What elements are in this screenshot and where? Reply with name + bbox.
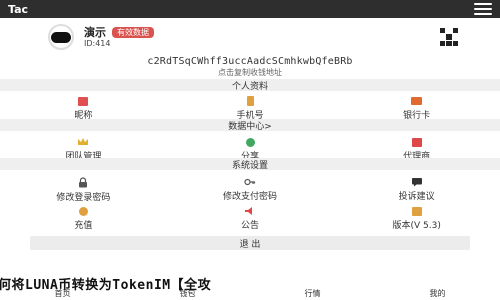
notice-item[interactable]: 公告 (167, 204, 334, 231)
section-data-center[interactable]: 数据中心> (0, 119, 500, 132)
nickname-item[interactable]: 昵称 (0, 94, 167, 121)
app-title: Tac (8, 2, 29, 16)
nav-wallet[interactable]: 钱包 (180, 288, 196, 300)
phone-icon (244, 96, 256, 106)
nav-home[interactable]: 首页 (55, 288, 71, 300)
change-pay-password-label: 修改支付密码 (223, 192, 278, 202)
card-icon (411, 96, 423, 106)
personal-row: 昵称 手机号 银行卡 (0, 94, 500, 121)
profile-header: 演示 有效数据 ID:414 (40, 22, 460, 52)
recharge-label: 充值 (74, 221, 93, 231)
profile-id: ID:414 (84, 39, 111, 48)
feedback-item[interactable]: 投诉建议 (333, 175, 500, 202)
system-row-1: 修改登录密码 修改支付密码 投诉建议 (0, 175, 500, 203)
logout-button[interactable]: 退 出 (30, 236, 470, 250)
change-login-password-label: 修改登录密码 (56, 193, 111, 203)
feedback-icon (411, 177, 423, 187)
recharge-item[interactable]: 充值 (0, 204, 167, 231)
profile-name: 演示 (84, 26, 106, 39)
bank-card-item[interactable]: 银行卡 (333, 94, 500, 121)
notice-icon (244, 206, 256, 216)
bottom-nav: 首页 钱包 行情 我的 (0, 284, 500, 300)
lock-icon (77, 177, 89, 188)
version-item[interactable]: 版本(V 5.3) (333, 204, 500, 231)
profile-badge: 有效数据 (112, 26, 154, 38)
recharge-icon (77, 206, 89, 216)
notice-label: 公告 (241, 221, 260, 231)
nav-market[interactable]: 行情 (305, 288, 321, 300)
menu-icon[interactable] (474, 3, 492, 15)
change-pay-password-item[interactable]: 修改支付密码 (167, 175, 334, 202)
section-system-settings: 系统设置 (0, 158, 500, 171)
avatar[interactable] (48, 24, 74, 50)
profile-name-row: 演示 有效数据 (84, 24, 154, 40)
version-label: 版本(V 5.3) (392, 221, 441, 231)
feedback-label: 投诉建议 (398, 192, 435, 202)
tag-icon (77, 96, 89, 106)
version-icon (411, 206, 423, 216)
system-row-2: 充值 公告 版本(V 5.3) (0, 204, 500, 231)
key-icon (244, 177, 256, 187)
section-personal: 个人资料 (0, 79, 500, 92)
wallet-address[interactable]: c2RdTSqCWhff3uccAadcSCmhkwbQfeBRb (0, 56, 500, 67)
agent-icon (411, 137, 423, 147)
change-login-password-item[interactable]: 修改登录密码 (0, 175, 167, 203)
qr-code-icon[interactable] (440, 28, 458, 46)
app-screen: Tac 演示 有效数据 ID:414 c2RdTSqCWhff3uccAadcS… (0, 0, 500, 300)
copy-address-hint[interactable]: 点击复制收钱地址 (0, 67, 500, 78)
nav-mine[interactable]: 我的 (430, 288, 446, 300)
share-icon (244, 137, 256, 147)
crown-icon (77, 137, 89, 147)
top-bar: Tac (0, 0, 500, 18)
phone-item[interactable]: 手机号 (167, 94, 334, 121)
